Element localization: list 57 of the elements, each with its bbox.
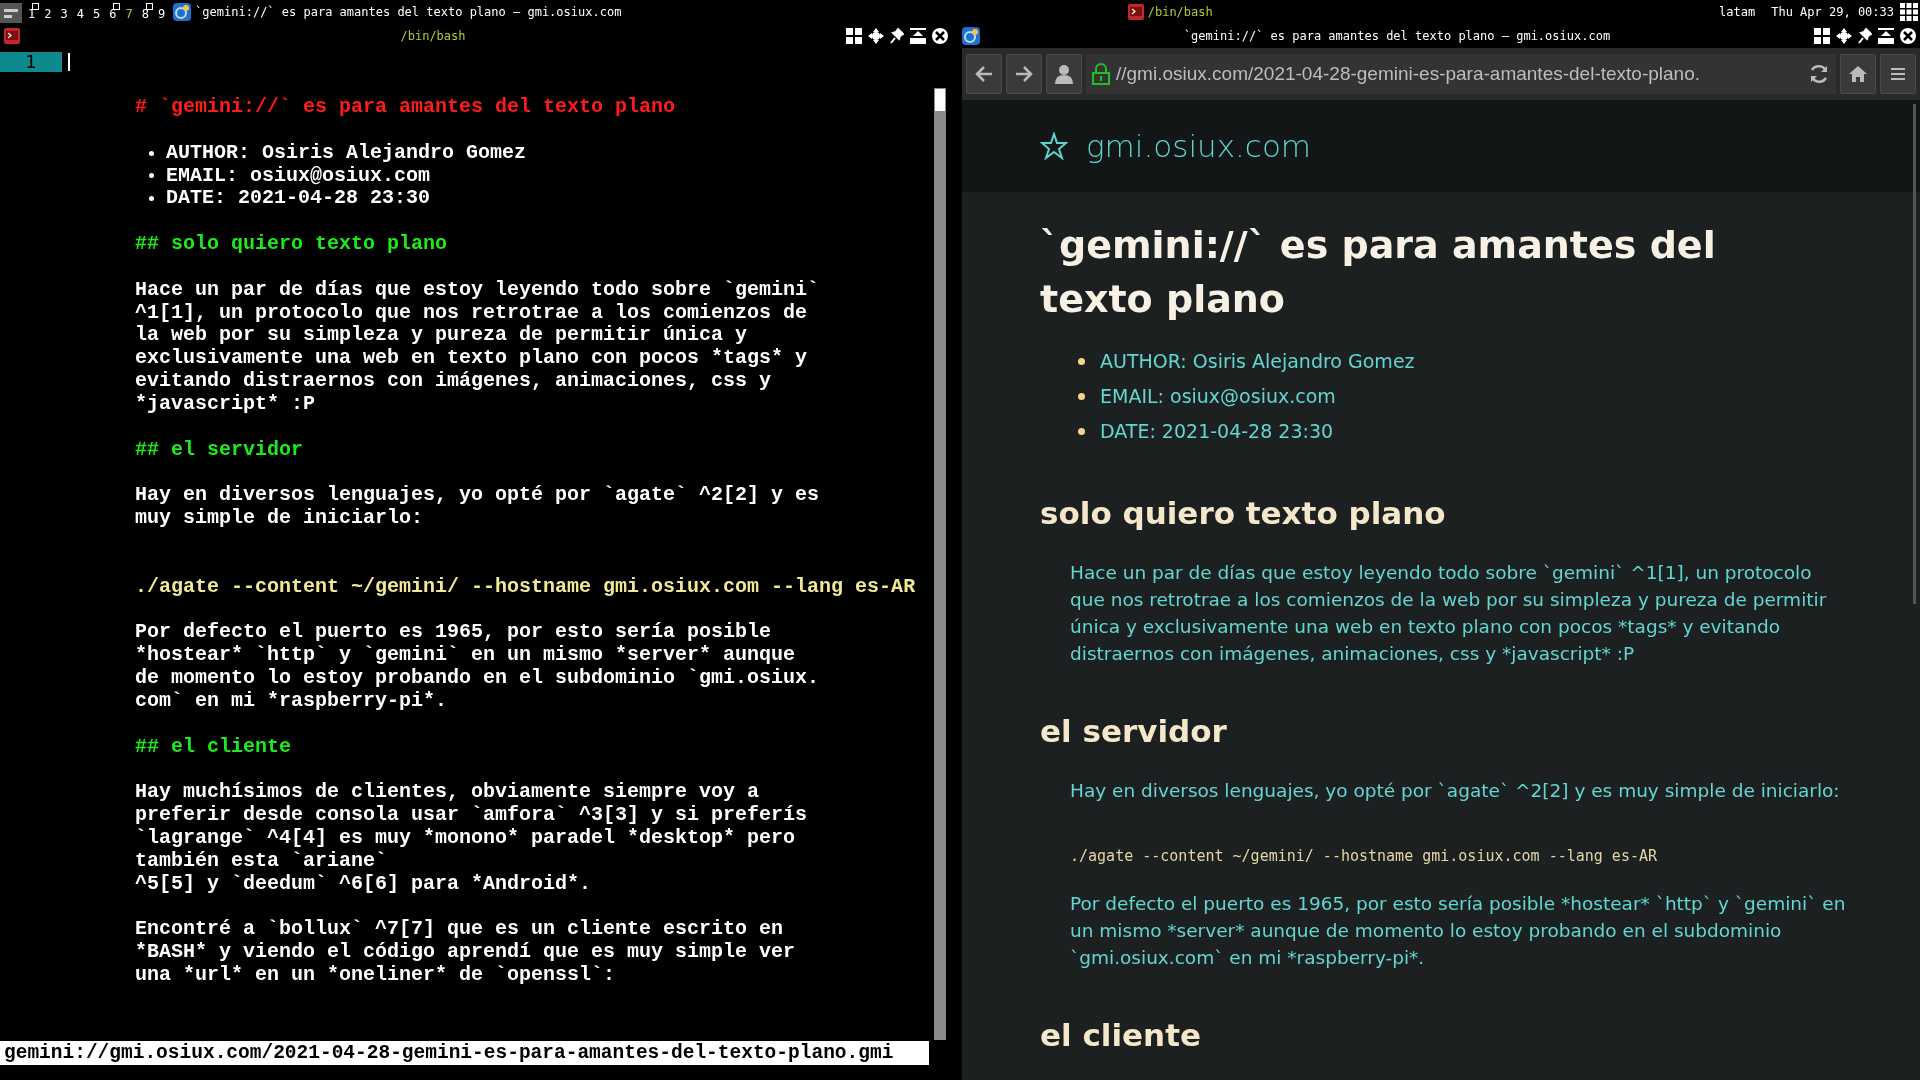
heading: # `gemini://` es para amantes del texto plano bbox=[135, 95, 676, 118]
site-name-link[interactable]: gmi.osiux.com bbox=[1086, 122, 1312, 170]
workspace-number[interactable]: 5 bbox=[92, 4, 101, 24]
tab[interactable]: 1 bbox=[0, 52, 62, 72]
paragraph: Hace un par de días que estoy leyendo todo sobre `gemini` ^1[1], un protocolo que nos retrotrae a los comienzos de la web por su simpleza y pureza de permitir única y exclusivamente una web en texto plano con pocos *tags* y evitando distraernos con imágenes, animaciones, css y *javascript* :P bbox=[1069, 561, 1828, 666]
heading: ## solo quiero texto plano bbox=[135, 232, 448, 256]
text-line: Hay muchísimos de clientes, obviamente siempre voy a bbox=[135, 780, 760, 804]
text-line: Hace un par de días que estoy leyendo todo sobre `gemini` bbox=[135, 277, 820, 301]
text-line: *hostear* `http` y `gemini` en un mismo *server* aunque bbox=[135, 643, 796, 667]
window-title: /bin/bash bbox=[400, 28, 466, 45]
text-line: la web por su simpleza y pureza de permitir única y bbox=[135, 323, 748, 347]
url-text: //gmi.osiux.com/2021-04-28-gemini-es-para-amantes-del-texto-plano. bbox=[1116, 61, 1700, 86]
workspace-number[interactable]: 4 bbox=[76, 4, 84, 24]
text-line: ^5[5] y `deedum` ^6[6] para *Android*. bbox=[135, 871, 592, 895]
text-line: Hay en diversos lenguajes, yo opté por `agate` ^2[2] y es bbox=[135, 483, 820, 507]
text-line: *BASH* y viendo el código aprendí que es muy simple ver bbox=[135, 940, 796, 964]
text-line: com` en mi *raspberry-pi*. bbox=[135, 688, 448, 712]
text-line: *javascript* :P bbox=[135, 391, 316, 415]
text-line: una *url* en un *oneliner* de `openssl`: bbox=[135, 963, 616, 987]
text-line: ^1[1], un protocolo que nos retrotrae a los comienzos de bbox=[135, 300, 808, 324]
workspace-number[interactable]: 9 bbox=[157, 4, 166, 24]
terminal-title: /bin/bash bbox=[1147, 4, 1213, 21]
text-line: Encontré a `bollux` ^7[7] que es un cliente escrito en bbox=[135, 917, 784, 941]
list-item-text: AUTHOR: Osiris Alejandro Gomez bbox=[1100, 349, 1415, 375]
text-line: `lagrange` ^4[4] es muy *monono* paradel *desktop* pero bbox=[135, 826, 796, 849]
list-item-text: DATE: 2021-04-28 23:30 bbox=[166, 187, 431, 211]
text-line: exclusivamente una web en texto plano con pocos *tags* y bbox=[135, 346, 808, 370]
paragraph: Por defecto el puerto es 1965, por esto sería posible *hostear* `http` y `gemini` en un mismo *server* aunque de momento lo estoy probando en el subdominio `gmi.osiux.com` en mi *raspberry-pi*. bbox=[1069, 892, 1847, 970]
text-line: evitando distraernos con imágenes, animaciones, css y bbox=[135, 369, 772, 393]
text-line: preferir desde consola usar `amfora` ^3[3] y si preferís bbox=[135, 803, 808, 827]
section-heading: el cliente bbox=[1040, 1016, 1202, 1055]
section-heading: el servidor bbox=[1040, 712, 1228, 751]
list-item-text: EMAIL: osiux@osiux.com bbox=[1100, 384, 1336, 410]
heading: ## el servidor bbox=[135, 437, 304, 461]
code-line: ./agate --content ~/gemini/ --hostname gmi.osiux.com --lang es-AR bbox=[135, 574, 916, 598]
list-item-text: AUTHOR: Osiris Alejandro Gomez bbox=[166, 141, 527, 165]
text-line: muy simple de iniciarlo: bbox=[135, 506, 424, 530]
text-line: de momento lo estoy probando en el subdominio `gmi.osiux. bbox=[135, 666, 820, 690]
list-item-text: EMAIL: osiux@osiux.com bbox=[166, 164, 431, 188]
workspace-number[interactable]: 3 bbox=[60, 4, 68, 24]
address-bar[interactable]: //gmi.osiux.com/2021-04-28-gemini-es-para-amantes-del-texto-plano. bbox=[1086, 54, 1836, 94]
workspace-number[interactable]: 7 bbox=[125, 4, 133, 24]
keyboard-layout: latam bbox=[1719, 4, 1756, 21]
clock: Thu Apr 29, 00:33 bbox=[1771, 4, 1894, 21]
window-title: `gemini://` es para amantes del texto plano — gmi.osiux.com bbox=[1183, 28, 1611, 45]
text-line: Por defecto el puerto es 1965, por esto sería posible bbox=[135, 620, 772, 644]
workspace-number[interactable]: 8 bbox=[141, 4, 149, 24]
code-text: ./agate --content ~/gemini/ --hostname gmi.osiux.com --lang es-AR bbox=[1070, 846, 1657, 867]
window-title: `gemini://` es para amantes del texto plano — gmi.osiux.com bbox=[195, 4, 622, 21]
workspace-number[interactable]: 2 bbox=[44, 4, 52, 24]
heading: ## el cliente bbox=[135, 734, 292, 758]
workspace-number[interactable]: 1 bbox=[28, 4, 36, 24]
page-title: `gemini://` es para amantes del texto plano bbox=[1040, 222, 1717, 323]
list-item-text: DATE: 2021-04-28 23:30 bbox=[1100, 419, 1334, 445]
paragraph: Hay en diversos lenguajes, yo opté por `agate` ^2[2] y es muy simple de iniciarlo: bbox=[1069, 779, 1841, 803]
text-line: también esta `ariane` bbox=[135, 848, 388, 872]
section-heading: solo quiero texto plano bbox=[1040, 494, 1447, 533]
